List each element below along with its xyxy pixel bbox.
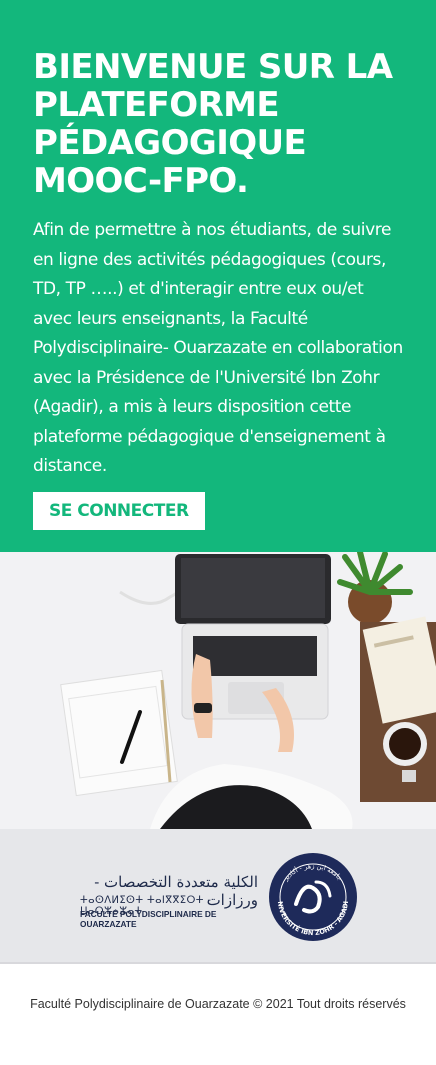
login-button[interactable]: SE CONNECTER — [33, 491, 205, 530]
desk-workspace-illustration — [0, 552, 436, 829]
page-title: BIENVENUE SUR LA PLATEFORME PÉDAGOGIQUE … — [33, 47, 393, 201]
footer: Faculté Polydisciplinaire de Ouarzazate … — [0, 962, 436, 1065]
hero-photo — [0, 552, 436, 829]
hero-description: Afin de permettre à nos étudiants, de su… — [33, 220, 403, 476]
faculty-name: FACULTÉ POLYDISCIPLINAIRE DE OUARZAZATE — [80, 909, 217, 929]
university-seal-icon: UNIVERSITÉ IBN ZOHR - AGADIR جامعة ابن ز… — [265, 846, 358, 947]
hero-section: BIENVENUE SUR LA PLATEFORME PÉDAGOGIQUE … — [0, 0, 436, 552]
copyright-text: Faculté Polydisciplinaire de Ouarzazate … — [30, 997, 406, 1011]
